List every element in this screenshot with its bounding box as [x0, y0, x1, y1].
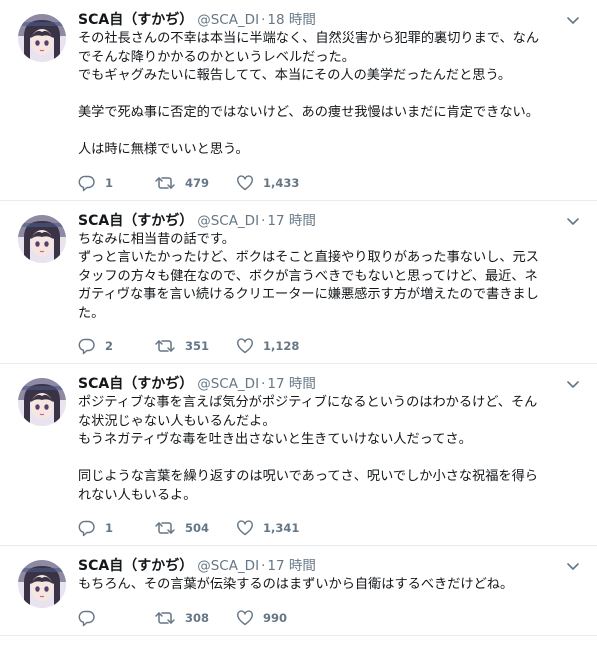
- retweet-button[interactable]: 308: [154, 609, 236, 627]
- retweet-icon: [154, 519, 176, 537]
- tweet-text-line: た。: [78, 305, 105, 321]
- display-name[interactable]: SCA自（すかぢ）: [78, 213, 193, 229]
- tweet-text-line: [78, 123, 581, 142]
- heart-icon: [236, 174, 254, 192]
- retweet-button[interactable]: 479: [154, 174, 236, 192]
- avatar[interactable]: [18, 214, 66, 263]
- tweet-text-line: でそんな降りかかるのかというレベルだった。: [78, 49, 355, 65]
- chevron-down-icon[interactable]: [565, 558, 581, 574]
- tweet[interactable]: SCA自（すかぢ） @SCA_DI · 18 時間 その社長さんの不幸は本当に半端なく、…: [0, 0, 597, 201]
- like-button[interactable]: 1,433: [236, 174, 326, 192]
- tweet-text-line: れない人もいるよ。: [78, 487, 197, 503]
- reply-count: 1: [105, 175, 114, 190]
- avatar[interactable]: [18, 560, 66, 608]
- tweet-text-line: な状況じゃない人もいるんだよ。: [78, 413, 276, 429]
- display-name[interactable]: SCA自（すかぢ）: [78, 376, 193, 392]
- like-button[interactable]: 1,341: [236, 519, 326, 537]
- tweet-header: SCA自（すかぢ） @SCA_DI · 17 時間: [78, 556, 581, 576]
- reply-icon: [78, 337, 96, 355]
- tweet[interactable]: SCA自（すかぢ） @SCA_DI · 17 時間 ポジティブな事を言えば気分がポジティ…: [0, 364, 597, 546]
- tweet-actions: 308 990: [78, 601, 581, 635]
- tweet-header: SCA自（すかぢ） @SCA_DI · 17 時間: [78, 211, 581, 231]
- tweet-text: ポジティブな事を言えば気分がポジティブになるというのはわかるけど、そん な状況じゃ…: [78, 394, 581, 505]
- tweet-text: ちなみに相当昔の話です。ずっと言いたかったけど、ボクはそこと直接やり取りがあった…: [78, 231, 581, 324]
- separator-dot: ·: [261, 12, 266, 28]
- timestamp[interactable]: 18 時間: [267, 12, 315, 28]
- timestamp[interactable]: 17 時間: [267, 376, 315, 392]
- avatar[interactable]: [18, 378, 66, 426]
- tweet-timeline: SCA自（すかぢ） @SCA_DI · 18 時間 その社長さんの不幸は本当に半端なく、…: [0, 0, 597, 671]
- tweet-text-line: ガティヴな事を言い続けるクリエーターに嫌悪感示す方が増えたので書きまし: [78, 287, 539, 302]
- retweet-count: 479: [185, 175, 210, 190]
- tweet-text-line: ポジティブな事を言えば気分がポジティブになるというのはわかるけど、そん: [78, 395, 538, 410]
- like-count: 1,341: [263, 521, 300, 535]
- retweet-icon: [154, 174, 176, 192]
- separator-dot: ·: [261, 212, 266, 229]
- tweet-text-line: ちなみに相当昔の話です。: [78, 231, 235, 247]
- like-button[interactable]: 1,128: [236, 337, 326, 355]
- tweet-header: SCA自（すかぢ） @SCA_DI · 18 時間: [78, 10, 581, 30]
- like-count: 990: [263, 610, 288, 625]
- chevron-down-icon[interactable]: [565, 12, 581, 28]
- retweet-count: 308: [185, 610, 210, 625]
- reply-button[interactable]: 1: [78, 519, 154, 537]
- reply-button[interactable]: 2: [78, 337, 154, 355]
- tweet[interactable]: SCA自（すかぢ） @SCA_DI · 17 時間 ちなみに相当昔の話です。 ずっと言いた…: [0, 201, 597, 364]
- reply-button[interactable]: 1: [78, 174, 154, 192]
- retweet-icon: [154, 337, 176, 355]
- separator-dot: ·: [261, 376, 266, 392]
- tweet-text-line: 人は時に無様でいいと思う。: [78, 142, 249, 157]
- reply-button[interactable]: [78, 609, 154, 627]
- retweet-button[interactable]: 351: [154, 337, 236, 355]
- user-handle[interactable]: @SCA_DI: [197, 376, 259, 392]
- user-handle[interactable]: @SCA_DI: [197, 12, 259, 28]
- display-name[interactable]: SCA自（すかぢ）: [78, 558, 193, 574]
- chevron-down-icon[interactable]: [565, 376, 581, 392]
- tweet-text-line: [78, 86, 581, 105]
- separator-dot: ·: [261, 558, 266, 574]
- retweet-count: 351: [185, 339, 210, 353]
- tweet-actions: 1 504 1,341: [78, 511, 581, 545]
- reply-count: 2: [105, 339, 114, 353]
- like-count: 1,433: [263, 175, 300, 190]
- display-name[interactable]: SCA自（すかぢ）: [78, 12, 193, 28]
- avatar[interactable]: [18, 14, 66, 62]
- like-button[interactable]: 990: [236, 609, 326, 627]
- tweet-text-line: [78, 450, 581, 469]
- retweet-icon: [154, 609, 176, 627]
- tweet-text: その社長さんの不幸は本当に半端なく、自然災害から犯罪的裏切りまで、なん でそんな降…: [78, 30, 581, 160]
- tweet-header: SCA自（すかぢ） @SCA_DI · 17 時間: [78, 374, 581, 394]
- tweet-actions: 1 479 1,433: [78, 166, 581, 200]
- tweet-text-line: その社長さんの不幸は本当に半端なく、自然災害から犯罪的裏切りまで、なん: [78, 31, 540, 46]
- tweet-text-line: 同じような言葉を繰り返すのは呪いであってさ、呪いでしか小さな祝福を得ら: [78, 469, 538, 484]
- retweet-button[interactable]: 504: [154, 519, 236, 537]
- reply-icon: [78, 609, 96, 627]
- heart-icon: [236, 609, 254, 627]
- tweet-text-line: もうネガティヴな毒を吐き出さないと生きていけない人だってさ。: [78, 432, 472, 447]
- user-handle[interactable]: @SCA_DI: [197, 558, 259, 574]
- tweet-text-line: でもギャグみたいに報告してて、本当にその人の美学だったんだと思う。: [78, 68, 512, 83]
- timestamp[interactable]: 17 時間: [267, 558, 315, 574]
- tweet-text-line: もちろん、その言葉が伝染するのはまずいから自衛はするべきだけどね。: [78, 577, 514, 592]
- tweet-text-line: 美学で死ぬ事に否定的ではないけど、あの痩せ我慢はいまだに肯定できない。: [78, 105, 539, 120]
- retweet-count: 504: [185, 521, 210, 535]
- tweet-actions: 2 351 1,128: [78, 329, 581, 363]
- tweet-text-line: タッフの方々も健在なので、ボクが言うべきでもないと思ってけど、最近、ネ: [78, 268, 538, 284]
- like-count: 1,128: [263, 339, 300, 353]
- tweet-text-line: ずっと言いたかったけど、ボクはそこと直接やり取りがあった事ないし、元ス: [78, 250, 539, 265]
- heart-icon: [236, 519, 254, 537]
- reply-count: 1: [105, 521, 114, 535]
- reply-icon: [78, 174, 96, 192]
- reply-icon: [78, 519, 96, 537]
- tweet-text: もちろん、その言葉が伝染するのはまずいから自衛はするべきだけどね。: [78, 576, 581, 595]
- tweet[interactable]: SCA自（すかぢ） @SCA_DI · 17 時間 もちろん、その言葉が伝染するのはまず…: [0, 546, 597, 636]
- chevron-down-icon[interactable]: [565, 213, 581, 229]
- heart-icon: [236, 337, 254, 355]
- user-handle[interactable]: @SCA_DI: [197, 213, 259, 229]
- timestamp[interactable]: 17 時間: [267, 213, 315, 229]
